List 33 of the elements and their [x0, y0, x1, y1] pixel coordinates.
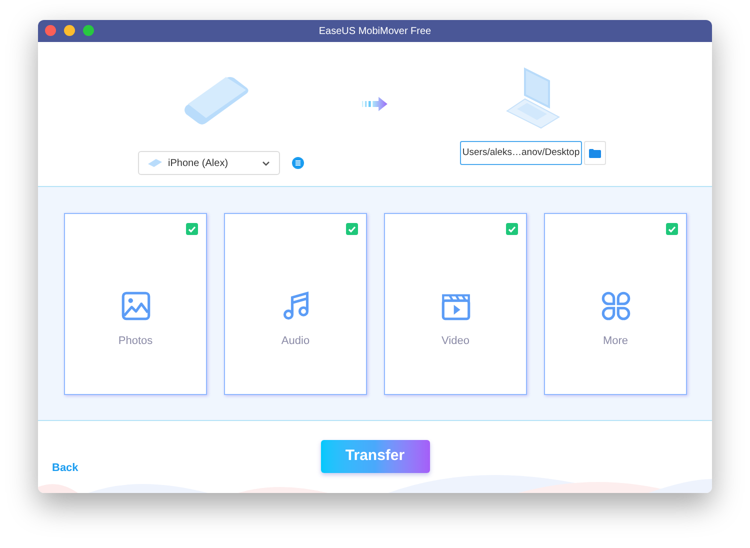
category-label: Video [442, 334, 470, 349]
checkbox[interactable] [506, 223, 518, 235]
category-card[interactable]: Video [384, 213, 527, 395]
clapperboard-icon [440, 291, 470, 321]
phone-illustration [184, 76, 250, 126]
photo-icon [120, 291, 150, 321]
transfer-button[interactable]: Transfer [320, 440, 430, 473]
device-name: iPhone (Alex) [168, 156, 230, 170]
category-card[interactable]: Audio [224, 213, 367, 395]
category-card[interactable]: Photos [64, 213, 207, 395]
list-icon[interactable] [292, 157, 304, 169]
category-label: Audio [281, 334, 310, 349]
chevron-down-icon [262, 160, 270, 166]
zoom-button[interactable] [83, 25, 94, 36]
back-link[interactable]: Back [52, 460, 78, 476]
music-note-icon [280, 291, 310, 321]
laptop-illustration [505, 67, 561, 129]
browse-folder-button[interactable] [584, 141, 606, 165]
category-label: More [602, 334, 628, 349]
folder-icon [589, 148, 601, 158]
path-field[interactable]: Users/aleks…anov/Desktop [460, 141, 582, 165]
device-dropdown[interactable]: iPhone (Alex) [138, 151, 280, 175]
checkbox[interactable] [666, 223, 678, 235]
category-label: Photos [118, 334, 153, 349]
path-value: Users/aleks…anov/Desktop [462, 146, 580, 160]
four-petal-icon [600, 291, 630, 321]
checkbox[interactable] [186, 223, 198, 235]
category-card[interactable]: More [544, 213, 687, 395]
checkbox[interactable] [346, 223, 358, 235]
phone-icon [148, 159, 162, 167]
minimize-button[interactable] [64, 25, 75, 36]
window-title: EaseUS MobiMover Free [318, 24, 432, 38]
close-button[interactable] [45, 25, 56, 36]
